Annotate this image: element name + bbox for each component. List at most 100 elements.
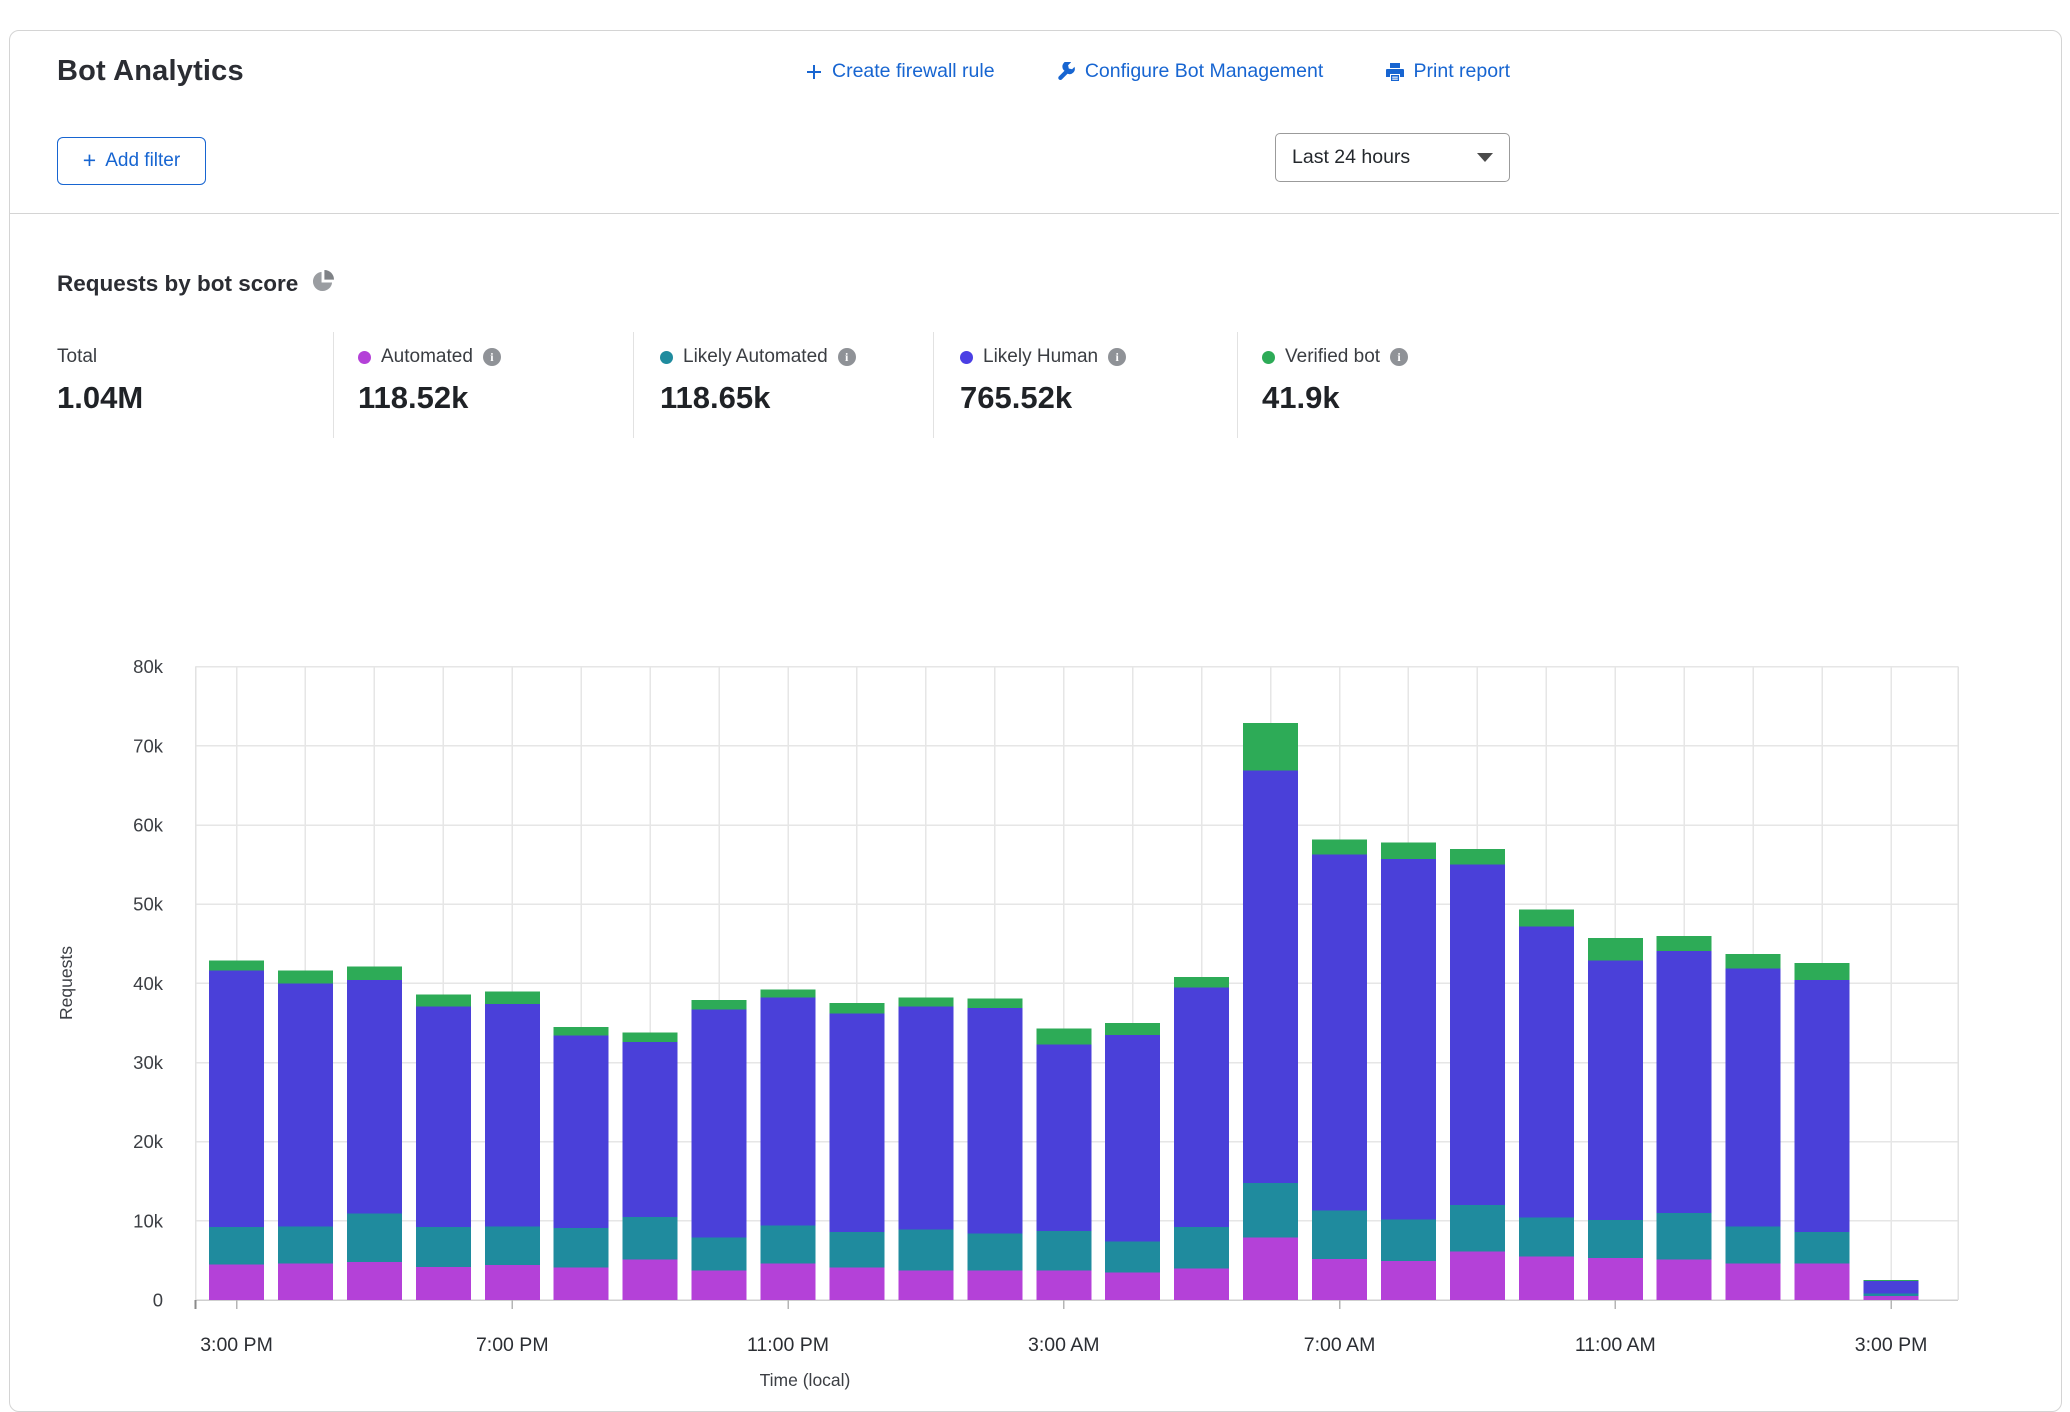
bar-segment[interactable] [1657,1260,1712,1300]
bar-segment[interactable] [1726,968,1781,1226]
bar-segment[interactable] [1381,1219,1436,1261]
bar-segment[interactable] [554,1268,609,1300]
bar-segment[interactable] [1795,1264,1850,1300]
bar-segment[interactable] [1105,1035,1160,1242]
bar-segment[interactable] [829,1003,884,1013]
bar-segment[interactable] [554,1228,609,1268]
bar-segment[interactable] [1726,1264,1781,1300]
bar-segment[interactable] [416,994,471,1006]
bar-segment[interactable] [209,1264,264,1300]
bar-segment[interactable] [692,1237,747,1270]
bar-segment[interactable] [829,1013,884,1231]
bar-segment[interactable] [898,1230,953,1271]
bar-segment[interactable] [1243,723,1298,770]
bar-segment[interactable] [1381,859,1436,1219]
bar-segment[interactable] [1312,1259,1367,1300]
bar-segment[interactable] [1312,839,1367,854]
configure-bot-management-link[interactable]: Configure Bot Management [1056,60,1323,83]
print-report-link[interactable]: Print report [1385,60,1510,83]
bar-segment[interactable] [1036,1231,1091,1271]
bar-segment[interactable] [1036,1028,1091,1044]
bar-segment[interactable] [1864,1281,1919,1294]
bar-segment[interactable] [1795,963,1850,980]
bar-segment[interactable] [1519,1218,1574,1257]
bar-segment[interactable] [967,1234,1022,1271]
bar-segment[interactable] [554,1027,609,1036]
bar-segment[interactable] [1864,1294,1919,1296]
info-icon[interactable]: i [838,348,856,366]
bar-segment[interactable] [1588,938,1643,960]
bar-segment[interactable] [278,1226,333,1263]
bar-segment[interactable] [692,1271,747,1300]
info-icon[interactable]: i [1390,348,1408,366]
bar-segment[interactable] [692,1000,747,1009]
bar-segment[interactable] [416,1227,471,1267]
create-firewall-rule-link[interactable]: Create firewall rule [805,60,995,83]
bar-segment[interactable] [1312,854,1367,1210]
bar-segment[interactable] [1036,1044,1091,1231]
bar-segment[interactable] [623,1217,678,1260]
bar-segment[interactable] [1588,960,1643,1220]
bar-segment[interactable] [416,1267,471,1300]
bar-segment[interactable] [1174,987,1229,1227]
bar-segment[interactable] [1657,936,1712,951]
bar-segment[interactable] [761,990,816,998]
bar-segment[interactable] [347,980,402,1214]
bar-segment[interactable] [416,1006,471,1227]
bar-segment[interactable] [1795,1232,1850,1264]
bar-segment[interactable] [1381,1261,1436,1300]
bar-segment[interactable] [967,998,1022,1007]
bar-segment[interactable] [485,1265,540,1300]
bar-segment[interactable] [1381,842,1436,859]
bar-segment[interactable] [1036,1271,1091,1300]
bar-segment[interactable] [347,1262,402,1300]
bar-segment[interactable] [1174,1227,1229,1268]
bar-segment[interactable] [692,1009,747,1237]
bar-segment[interactable] [1657,951,1712,1213]
bar-segment[interactable] [209,1227,264,1264]
bar-segment[interactable] [1795,980,1850,1232]
bar-segment[interactable] [829,1268,884,1300]
bar-segment[interactable] [1519,926,1574,1217]
bar-segment[interactable] [1174,1268,1229,1300]
bar-segment[interactable] [1864,1280,1919,1281]
bar-segment[interactable] [278,983,333,1226]
bar-segment[interactable] [554,1036,609,1228]
bar-segment[interactable] [623,1042,678,1217]
bar-segment[interactable] [1450,1205,1505,1252]
bar-segment[interactable] [347,967,402,980]
add-filter-button[interactable]: + Add filter [57,137,206,185]
bar-segment[interactable] [1105,1241,1160,1272]
bar-segment[interactable] [1174,977,1229,987]
bot-score-chart[interactable]: 010k20k30k40k50k60k70k80k3:00 PM7:00 PM1… [0,620,2070,1394]
bar-segment[interactable] [761,998,816,1226]
bar-segment[interactable] [829,1232,884,1268]
bar-segment[interactable] [761,1226,816,1264]
bar-segment[interactable] [1243,1237,1298,1300]
bar-segment[interactable] [1519,1256,1574,1300]
bar-segment[interactable] [485,991,540,1004]
bar-segment[interactable] [967,1008,1022,1234]
bar-segment[interactable] [1588,1258,1643,1300]
bar-segment[interactable] [1105,1023,1160,1035]
bar-segment[interactable] [347,1214,402,1262]
bar-segment[interactable] [761,1264,816,1300]
bar-segment[interactable] [1450,849,1505,865]
bar-segment[interactable] [278,971,333,984]
time-range-select[interactable]: Last 24 hours [1275,133,1510,182]
bar-segment[interactable] [1657,1213,1712,1260]
bar-segment[interactable] [898,1271,953,1300]
bar-segment[interactable] [1588,1220,1643,1258]
bar-segment[interactable] [967,1271,1022,1300]
bar-segment[interactable] [1864,1296,1919,1300]
bar-segment[interactable] [623,1032,678,1041]
bar-segment[interactable] [898,998,953,1007]
bar-segment[interactable] [209,971,264,1227]
bar-segment[interactable] [1243,770,1298,1182]
bar-segment[interactable] [1450,865,1505,1205]
bar-segment[interactable] [485,1226,540,1265]
bar-segment[interactable] [1243,1183,1298,1238]
bar-segment[interactable] [209,960,264,970]
bar-segment[interactable] [1312,1211,1367,1259]
bar-segment[interactable] [898,1006,953,1229]
